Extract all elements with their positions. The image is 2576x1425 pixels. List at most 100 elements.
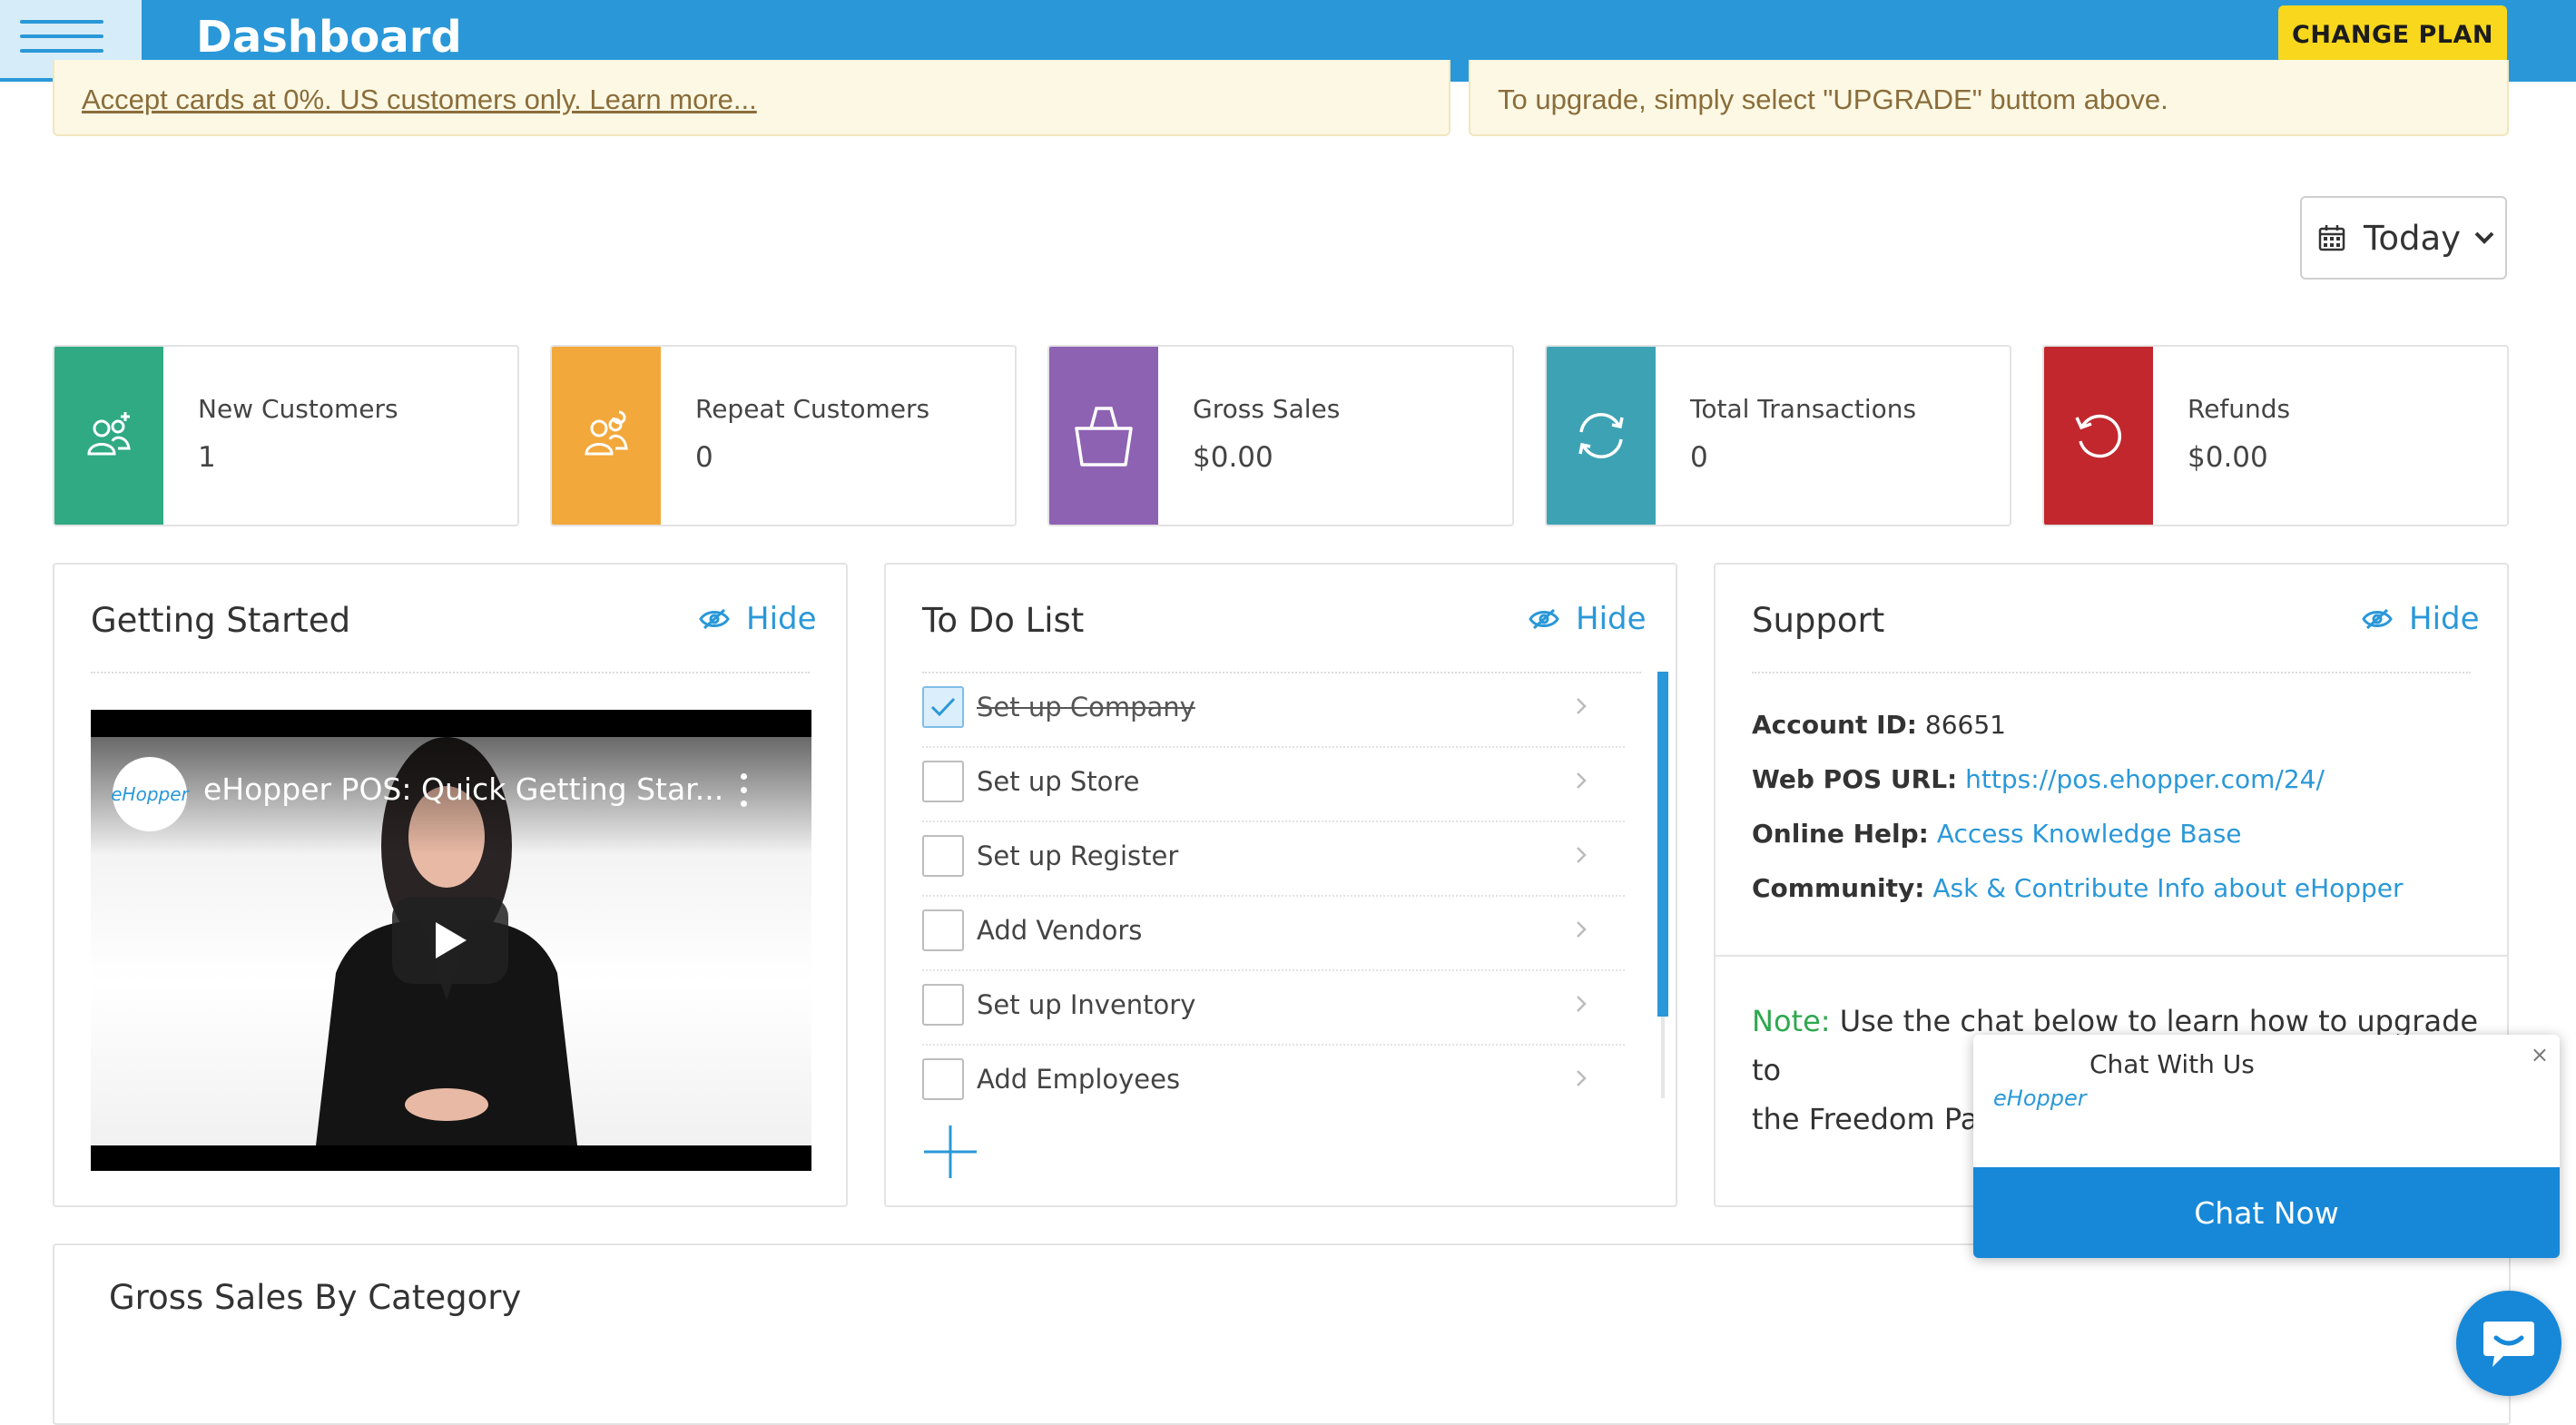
- getting-started-panel: Getting Started Hide eHopper eHopper POS…: [53, 563, 848, 1207]
- stat-card-refunds: Refunds $0.00: [2042, 345, 2509, 526]
- hide-label: Hide: [1576, 601, 1647, 637]
- panel-title: To Do List: [922, 601, 1085, 640]
- stat-label: Repeat Customers: [695, 394, 930, 424]
- stat-value: 0: [695, 441, 713, 474]
- chevron-right-icon: [1577, 996, 1587, 1012]
- web-pos-link[interactable]: https://pos.ehopper.com/24/: [1965, 764, 2325, 794]
- stat-card-total-transactions: Total Transactions 0: [1545, 345, 2011, 526]
- stat-label: Total Transactions: [1690, 394, 1917, 424]
- ehopper-logo: eHopper: [1993, 1086, 2087, 1111]
- close-icon[interactable]: ×: [2531, 1042, 2549, 1067]
- note-text-line2: the Freedom Pa: [1752, 1102, 1979, 1136]
- channel-avatar[interactable]: eHopper: [111, 757, 189, 831]
- chevron-right-icon: [1577, 847, 1587, 863]
- upgrade-notice-text: To upgrade, simply select "UPGRADE" butt…: [1498, 84, 2168, 115]
- web-pos-label: Web POS URL:: [1752, 764, 1958, 794]
- shopping-bag-icon: [1049, 347, 1158, 525]
- play-button[interactable]: [392, 897, 508, 984]
- stat-card-repeat-customers: Repeat Customers 0: [550, 345, 1017, 526]
- chevron-right-icon: [1577, 772, 1587, 789]
- online-help-label: Online Help:: [1752, 819, 1929, 849]
- todo-item-add-employees[interactable]: Add Employees: [922, 1046, 1625, 1100]
- change-plan-button[interactable]: CHANGE PLAN: [2278, 5, 2507, 64]
- stat-label: Refunds: [2188, 394, 2291, 424]
- knowledge-base-link[interactable]: Access Knowledge Base: [1937, 819, 2242, 849]
- stat-value: $0.00: [2188, 441, 2268, 474]
- todo-checkbox[interactable]: [922, 984, 964, 1026]
- account-id-row: Account ID: 86651: [1752, 710, 2006, 740]
- learn-more-link[interactable]: Accept cards at 0%. US customers only. L…: [82, 84, 757, 115]
- account-id-label: Account ID:: [1752, 710, 1917, 740]
- todo-label: Add Employees: [977, 1064, 1181, 1095]
- gross-sales-by-category-panel: Gross Sales By Category: [53, 1243, 2511, 1425]
- todo-checkbox[interactable]: [922, 686, 964, 728]
- notice-upgrade: To upgrade, simply select "UPGRADE" butt…: [1469, 60, 2509, 136]
- chevron-right-icon: [1577, 1070, 1587, 1086]
- page-title: Dashboard: [196, 12, 462, 63]
- play-icon: [436, 922, 467, 958]
- date-range-value: Today: [2364, 218, 2462, 258]
- chat-title: Chat With Us: [2089, 1049, 2255, 1079]
- date-range-select[interactable]: Today: [2300, 196, 2507, 280]
- notice-card-rates: Accept cards at 0%. US customers only. L…: [53, 60, 1450, 136]
- hide-todo-link[interactable]: Hide: [1529, 601, 1647, 637]
- account-id-value: 86651: [1924, 710, 2006, 740]
- stat-value: 0: [1690, 441, 1708, 474]
- chat-launcher-button[interactable]: [2456, 1291, 2561, 1396]
- todo-label: Add Vendors: [977, 915, 1143, 946]
- stat-card-new-customers: New Customers 1: [53, 345, 519, 526]
- stat-label: New Customers: [198, 394, 398, 424]
- todo-checkbox[interactable]: [922, 835, 964, 877]
- chat-now-button[interactable]: Chat Now: [1973, 1167, 2560, 1258]
- note-label: Note:: [1752, 1004, 1831, 1038]
- hide-getting-started-link[interactable]: Hide: [699, 601, 817, 637]
- hamburger-icon: [20, 20, 103, 24]
- todo-item-set-up-register[interactable]: Set up Register: [922, 822, 1625, 897]
- video-player[interactable]: eHopper eHopper POS: Quick Getting Star.…: [91, 710, 811, 1171]
- web-pos-row: Web POS URL: https://pos.ehopper.com/24/: [1752, 764, 2325, 794]
- chat-widget: Chat With Us eHopper × Chat Now: [1973, 1035, 2560, 1258]
- chevron-down-icon: [2474, 231, 2494, 244]
- panel-title: Gross Sales By Category: [109, 1278, 522, 1317]
- undo-icon: [2044, 347, 2153, 525]
- checkmark-icon: [930, 697, 956, 717]
- todo-label: Set up Company: [977, 692, 1195, 722]
- todo-item-add-vendors[interactable]: Add Vendors: [922, 897, 1625, 971]
- users-icon: [552, 347, 661, 525]
- stat-value: 1: [198, 441, 216, 474]
- stat-card-gross-sales: Gross Sales $0.00: [1047, 345, 1514, 526]
- hide-support-link[interactable]: Hide: [2362, 601, 2480, 637]
- todo-item-set-up-inventory[interactable]: Set up Inventory: [922, 971, 1625, 1046]
- todo-label: Set up Inventory: [977, 989, 1196, 1020]
- todo-scrollbar-thumb[interactable]: [1657, 672, 1668, 1017]
- todo-label: Set up Store: [977, 766, 1140, 797]
- online-help-row: Online Help: Access Knowledge Base: [1752, 819, 2242, 849]
- stat-value: $0.00: [1193, 441, 1273, 474]
- community-label: Community:: [1752, 873, 1925, 903]
- eye-slash-icon: [1529, 608, 1559, 630]
- video-title[interactable]: eHopper POS: Quick Getting Star...: [203, 771, 723, 807]
- chevron-right-icon: [1577, 921, 1587, 938]
- chat-bubble-icon: [2483, 1322, 2534, 1367]
- hide-label: Hide: [2409, 601, 2480, 637]
- todo-label: Set up Register: [977, 840, 1179, 871]
- add-user-icon: [54, 347, 163, 525]
- more-options-icon[interactable]: [741, 773, 748, 810]
- eye-slash-icon: [699, 608, 730, 630]
- stat-label: Gross Sales: [1193, 394, 1341, 424]
- panel-title: Getting Started: [91, 601, 351, 640]
- chevron-right-icon: [1577, 698, 1587, 714]
- panel-title: Support: [1752, 601, 1885, 640]
- add-todo-icon[interactable]: [922, 1124, 978, 1180]
- eye-slash-icon: [2362, 608, 2393, 630]
- todo-item-set-up-store[interactable]: Set up Store: [922, 748, 1625, 822]
- todo-checkbox[interactable]: [922, 761, 964, 802]
- calendar-icon: [2318, 225, 2345, 251]
- todo-panel: To Do List Hide Set up Company Set up St…: [884, 563, 1677, 1207]
- community-row: Community: Ask & Contribute Info about e…: [1752, 873, 2404, 903]
- community-link[interactable]: Ask & Contribute Info about eHopper: [1932, 873, 2403, 903]
- hide-label: Hide: [746, 601, 817, 637]
- todo-checkbox[interactable]: [922, 1058, 964, 1100]
- todo-item-set-up-company[interactable]: Set up Company: [922, 673, 1625, 748]
- todo-checkbox[interactable]: [922, 909, 964, 951]
